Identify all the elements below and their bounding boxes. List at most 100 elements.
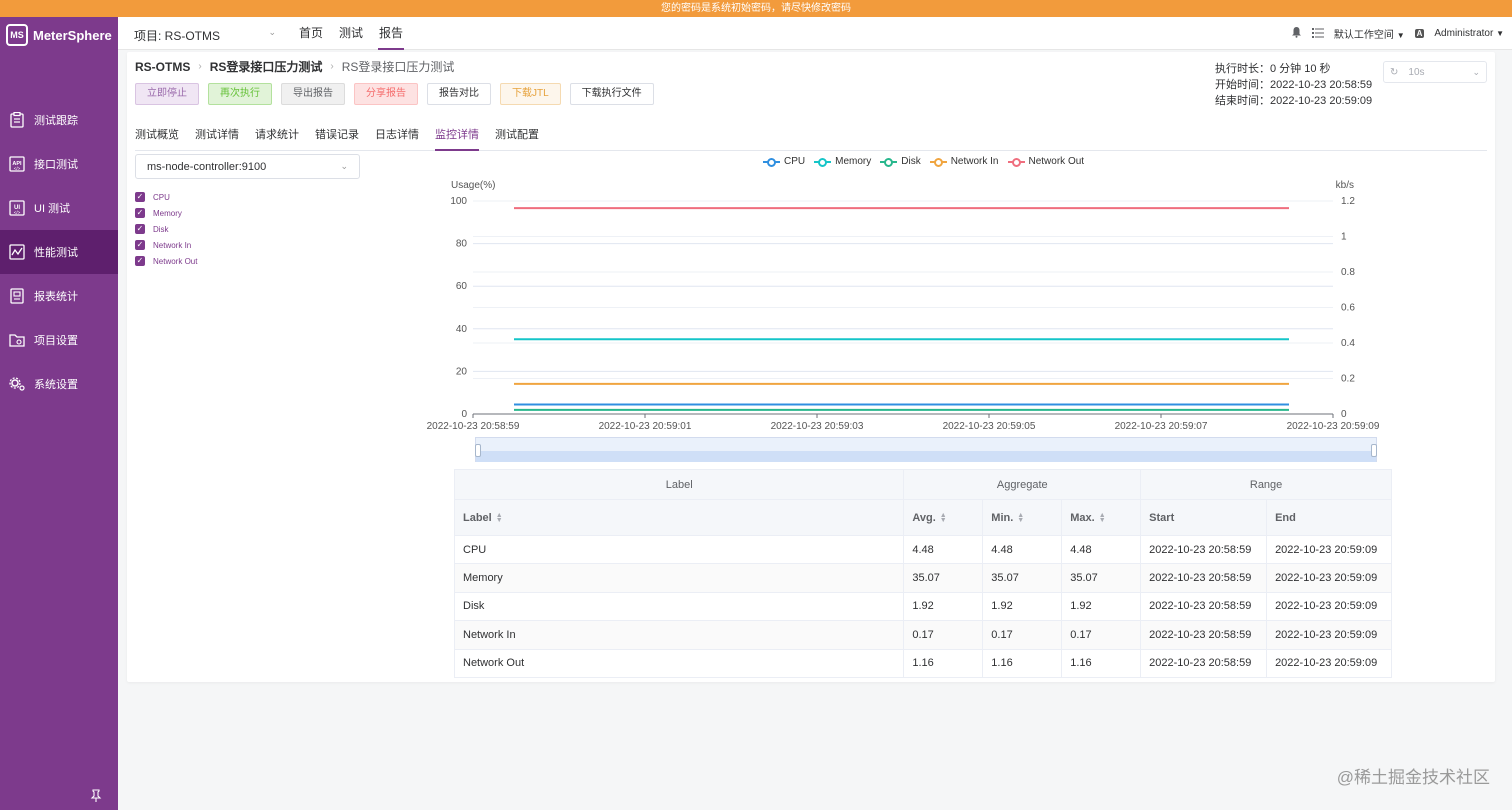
check-icon: ✓ [135, 208, 145, 218]
chart-zoom-slider[interactable] [475, 437, 1377, 462]
sidebar-item-system-settings[interactable]: 系统设置 [0, 362, 118, 406]
folder-icon [9, 332, 25, 348]
share-report-button[interactable]: 分享报告 [354, 83, 418, 105]
download-jtl-button[interactable]: 下载JTL [500, 83, 561, 105]
column-header-end: End [1266, 499, 1392, 536]
sort-icon[interactable]: ▲ ▼ [496, 512, 503, 524]
sidebar-item-project-settings[interactable]: 项目设置 [0, 318, 118, 362]
pin-icon[interactable] [90, 789, 102, 806]
sort-icon[interactable]: ▲ ▼ [1017, 512, 1024, 524]
y-tick-label-right: 0 [1341, 409, 1347, 420]
checkbox-label: Network Out [153, 256, 198, 266]
cell-avg: 0.17 [903, 620, 984, 650]
chevron-down-icon: ⌄ [340, 161, 348, 171]
compare-report-button[interactable]: 报告对比 [427, 83, 491, 105]
column-header-text: Avg. [912, 511, 936, 524]
checkbox-disk[interactable]: ✓ Disk [135, 221, 197, 237]
group-header-label: Label [453, 469, 905, 500]
legend-item-memory[interactable]: Memory [814, 156, 871, 167]
tab-log-details[interactable]: 日志详情 [375, 128, 419, 151]
sort-icon[interactable]: ▲ ▼ [1099, 512, 1106, 524]
duration-label: 执行时长： [1215, 63, 1270, 75]
legend-item-network-in[interactable]: Network In [929, 156, 999, 167]
sort-icon[interactable]: ▲ ▼ [940, 512, 947, 524]
refresh-interval-select[interactable]: ↻ 10s ⌄ [1383, 61, 1487, 83]
zoom-handle-right[interactable] [1371, 444, 1377, 457]
rerun-button[interactable]: 再次执行 [208, 83, 272, 105]
column-header-max[interactable]: Max. ▲ ▼ [1061, 499, 1142, 536]
legend-swatch-icon [929, 157, 947, 167]
legend-label: Network Out [1028, 156, 1085, 167]
sidebar-item-label: UI 测试 [34, 203, 71, 215]
cell-avg: 35.07 [903, 563, 984, 593]
brand-logo[interactable]: MS MeterSphere [6, 23, 112, 47]
zoom-handle-left[interactable] [475, 444, 481, 457]
sidebar-item-label: 系统设置 [34, 379, 78, 391]
download-files-button[interactable]: 下载执行文件 [569, 83, 654, 105]
cell-max: 0.17 [1061, 620, 1142, 650]
tab-request-stats[interactable]: 请求统计 [255, 128, 299, 151]
workspace-selector[interactable]: 默认工作空间 ▼ [1334, 26, 1405, 41]
y-tick-label-left: 40 [456, 324, 468, 335]
legend-item-network-out[interactable]: Network Out [1007, 156, 1085, 167]
language-icon[interactable]: A [1414, 29, 1425, 38]
table-row: Disk 1.92 1.92 1.92 2022-10-23 20:58:59 2022-… [453, 591, 1392, 622]
sidebar-item-report-stats[interactable]: 报表统计 [0, 274, 118, 318]
legend-item-cpu[interactable]: CPU [763, 156, 805, 167]
checkbox-cpu[interactable]: ✓ CPU [135, 189, 197, 205]
menu-report[interactable]: 报告 [378, 17, 405, 50]
tab-error-log[interactable]: 错误记录 [315, 128, 359, 151]
legend-label: Network In [950, 156, 999, 167]
sidebar-item-performance-test[interactable]: 性能测试 [0, 230, 118, 274]
legend-item-disk[interactable]: Disk [880, 156, 921, 167]
legend-swatch-icon [763, 157, 780, 167]
column-header-label[interactable]: Label ▲ ▼ [453, 499, 905, 536]
node-select[interactable]: ms-node-controller:9100 ⌄ [135, 154, 360, 179]
sidebar-item-test-track[interactable]: 测试跟踪 [0, 98, 118, 142]
project-selector[interactable]: 项目: RS-OTMS ⌄ [134, 27, 276, 44]
cell-avg: 1.92 [903, 591, 984, 622]
column-header-min[interactable]: Min. ▲ ▼ [982, 499, 1063, 536]
menu-home[interactable]: 首页 [298, 17, 324, 50]
tab-overview[interactable]: 测试概览 [135, 128, 179, 151]
y-tick-label-left: 20 [456, 366, 468, 377]
monitor-summary-table: Label Aggregate Range Label ▲ ▼ Avg. ▲ ▼ Min… [453, 469, 1392, 678]
checkbox-memory[interactable]: ✓ Memory [135, 205, 197, 221]
top-menu: 首页 测试 报告 [298, 17, 405, 50]
bell-icon[interactable] [1291, 26, 1302, 41]
column-header-text: Label [463, 511, 492, 524]
cell-max: 4.48 [1061, 534, 1142, 565]
sidebar-item-ui-test[interactable]: UI </> UI 测试 [0, 186, 118, 230]
tab-monitor-details[interactable]: 监控详情 [435, 128, 479, 151]
workspace-label: 默认工作空间 [1333, 30, 1394, 41]
legend-label: CPU [784, 156, 806, 167]
performance-icon [9, 244, 25, 260]
check-icon: ✓ [135, 192, 145, 202]
clipboard-icon [9, 112, 25, 128]
breadcrumb-test[interactable]: RS登录接口压力测试 [210, 58, 323, 75]
legend-swatch-icon [880, 157, 898, 167]
table-row: Memory 35.07 35.07 35.07 2022-10-23 20:58:59… [453, 563, 1392, 593]
list-icon[interactable] [1311, 27, 1324, 41]
y-tick-label-left: 80 [456, 239, 468, 250]
export-report-button[interactable]: 导出报告 [281, 83, 345, 105]
group-header-aggregate: Aggregate [903, 469, 1142, 500]
stop-button[interactable]: 立即停止 [135, 83, 199, 105]
checkbox-network-in[interactable]: ✓ Network In [135, 237, 197, 253]
sidebar-item-api-test[interactable]: API </> 接口测试 [0, 142, 118, 186]
user-menu[interactable]: Administrator ▼ [1434, 28, 1504, 39]
caret-down-icon: ▼ [1396, 31, 1405, 40]
node-select-value: ms-node-controller:9100 [147, 160, 267, 173]
y-tick-label-left: 0 [461, 409, 467, 420]
table-row: CPU 4.48 4.48 4.48 2022-10-23 20:58:59 2022-1… [453, 534, 1392, 565]
column-header-avg[interactable]: Avg. ▲ ▼ [903, 499, 984, 536]
tab-test-config[interactable]: 测试配置 [495, 128, 539, 151]
cell-label: Network Out [453, 648, 905, 678]
breadcrumb-project[interactable]: RS-OTMS [135, 60, 190, 74]
cell-end: 2022-10-23 20:59:09 [1266, 534, 1392, 565]
tab-test-details[interactable]: 测试详情 [195, 128, 239, 151]
cell-start: 2022-10-23 20:58:59 [1140, 620, 1268, 650]
menu-test[interactable]: 测试 [338, 17, 364, 50]
checkbox-network-out[interactable]: ✓ Network Out [135, 253, 197, 269]
y-tick-label-left: 100 [450, 196, 467, 207]
